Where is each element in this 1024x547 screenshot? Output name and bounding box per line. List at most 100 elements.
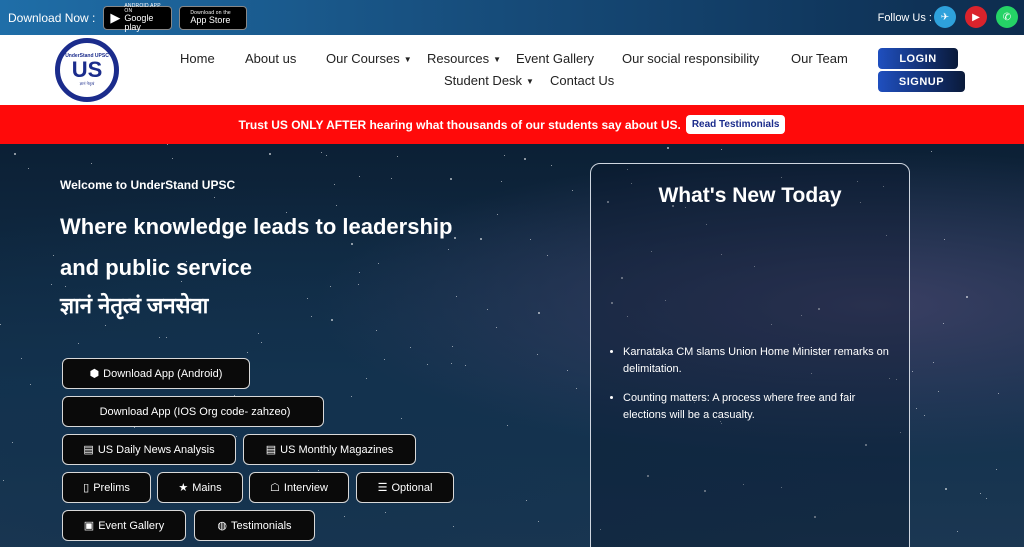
nav-our-courses-label: Our Courses: [326, 51, 400, 66]
star-dot: [980, 493, 981, 494]
banner-text: Trust US ONLY AFTER hearing what thousan…: [238, 117, 681, 132]
chevron-down-icon: ▼: [526, 77, 534, 87]
star-dot: [721, 149, 722, 150]
daily-news-button[interactable]: ▤ US Daily News Analysis: [62, 434, 236, 465]
star-dot: [453, 526, 454, 527]
star-dot: [366, 378, 367, 379]
star-dot: [401, 418, 402, 419]
star-dot: [385, 512, 386, 513]
nav-student-desk[interactable]: Student Desk ▼: [444, 73, 534, 88]
nav-social-responsibility[interactable]: Our social responsibility: [622, 51, 759, 66]
nav-event-gallery[interactable]: Event Gallery: [516, 51, 594, 66]
newspaper-icon: ▤: [265, 444, 277, 456]
star-dot: [451, 363, 452, 364]
optional-label: Optional: [391, 481, 433, 494]
star-dot: [21, 358, 22, 359]
event-gallery-button[interactable]: ▣ Event Gallery: [62, 510, 186, 541]
star-dot: [134, 427, 135, 428]
whats-new-panel: What's New Today Karnataka CM slams Unio…: [590, 163, 910, 547]
star-dot: [311, 316, 312, 317]
star-dot: [986, 498, 987, 499]
whats-new-list: Karnataka CM slams Union Home Minister r…: [613, 344, 898, 436]
news-item[interactable]: Counting matters: A process where free a…: [623, 390, 898, 424]
follow-us-label: Follow Us :: [877, 11, 932, 24]
google-play-big-text: Google play: [124, 12, 154, 32]
star-dot: [410, 347, 411, 348]
optional-button[interactable]: ☰ Optional: [356, 472, 454, 503]
nav-our-courses[interactable]: Our Courses ▼: [326, 51, 412, 66]
star-dot: [567, 370, 568, 371]
interview-button[interactable]: ☖ Interview: [249, 472, 349, 503]
star-dot: [269, 153, 271, 155]
mains-label: Mains: [192, 481, 222, 494]
nav-home[interactable]: Home: [180, 51, 215, 66]
star-dot: [3, 480, 4, 481]
nav-resources-label: Resources: [427, 51, 490, 66]
download-ios-button[interactable]: Download App (IOS Org code- zahzeo): [62, 396, 324, 427]
logo-main-text: US: [71, 57, 103, 82]
telegram-icon[interactable]: ✈: [934, 6, 956, 28]
star-dot: [497, 214, 498, 215]
star-dot: [351, 396, 352, 397]
signup-button[interactable]: SIGNUP: [878, 71, 965, 92]
logo-bottom-text: ज्ञानं नेतृत्वं: [79, 81, 95, 86]
login-button[interactable]: LOGIN: [878, 48, 958, 69]
hero-hindi-tagline: ज्ञानं नेतृत्वं जनसेवा: [60, 293, 209, 318]
star-dot: [524, 158, 526, 160]
read-testimonials-button[interactable]: Read Testimonials: [685, 115, 786, 134]
nav-about-us[interactable]: About us: [245, 51, 296, 66]
star-dot: [465, 365, 466, 366]
google-play-icon: ▶: [110, 9, 121, 25]
star-dot: [538, 312, 540, 314]
event-gallery-label: Event Gallery: [98, 519, 165, 532]
news-item[interactable]: Karnataka CM slams Union Home Minister r…: [623, 344, 898, 378]
whats-new-title: What's New Today: [658, 184, 842, 207]
testimonials-label: Testimonials: [231, 519, 292, 532]
star-dot: [576, 388, 577, 389]
star-dot: [957, 531, 958, 532]
google-play-badge[interactable]: ▶ ANDROID APP ON Google play: [103, 3, 173, 32]
star-dot: [326, 155, 327, 156]
star-dot: [504, 155, 505, 156]
star-dot: [501, 181, 502, 182]
star-dot: [456, 296, 457, 297]
app-store-badge[interactable]: Download on the App Store: [179, 5, 248, 30]
star-dot: [214, 197, 215, 198]
daily-news-label: US Daily News Analysis: [97, 443, 215, 456]
nav-resources[interactable]: Resources ▼: [427, 51, 501, 66]
download-android-label: Download App (Android): [103, 367, 223, 380]
star-dot: [943, 323, 944, 324]
star-icon: ★: [178, 482, 189, 494]
gallery-icon: ▣: [83, 520, 95, 532]
testimonials-button[interactable]: ◍ Testimonials: [194, 510, 315, 541]
monthly-magazines-button[interactable]: ▤ US Monthly Magazines: [243, 434, 416, 465]
star-dot: [30, 384, 31, 385]
whatsapp-icon[interactable]: ✆: [996, 6, 1018, 28]
youtube-icon[interactable]: ▶: [965, 6, 987, 28]
welcome-text: Welcome to UnderStand UPSC: [60, 178, 236, 192]
star-dot: [166, 337, 167, 338]
star-dot: [945, 488, 947, 490]
prelims-label: Prelims: [93, 481, 130, 494]
testimonial-banner: Trust US ONLY AFTER hearing what thousan…: [0, 105, 1024, 144]
star-dot: [667, 147, 669, 149]
mains-button[interactable]: ★ Mains: [157, 472, 243, 503]
star-dot: [359, 176, 360, 177]
interview-icon: ☖: [270, 482, 280, 494]
nav-our-team[interactable]: Our Team: [791, 51, 848, 66]
star-dot: [91, 163, 92, 164]
star-dot: [236, 436, 237, 437]
clipboard-icon: ▯: [83, 482, 90, 494]
prelims-button[interactable]: ▯ Prelims: [62, 472, 151, 503]
chevron-down-icon: ▼: [493, 55, 502, 65]
star-dot: [258, 333, 259, 334]
star-dot: [938, 391, 939, 392]
nav-contact-us[interactable]: Contact Us: [550, 73, 614, 88]
hero-section: Welcome to UnderStand UPSC Where knowled…: [0, 144, 1024, 547]
download-now-label: Download Now :: [8, 10, 96, 25]
star-dot: [391, 178, 392, 179]
download-android-button[interactable]: ⬢ Download App (Android): [62, 358, 250, 389]
star-dot: [331, 319, 333, 321]
android-icon: ⬢: [89, 368, 100, 380]
site-logo[interactable]: UnderStand UPSC US ज्ञानं नेतृत्वं: [55, 38, 119, 102]
